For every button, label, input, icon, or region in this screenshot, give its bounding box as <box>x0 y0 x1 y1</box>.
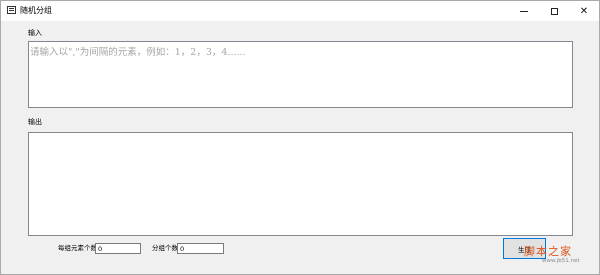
per-group-count-label: 每组元素个数 <box>58 244 97 252</box>
close-icon: ✕ <box>579 5 589 17</box>
app-window-icon <box>7 6 16 14</box>
per-group-count-input[interactable] <box>95 243 141 254</box>
group-count-label: 分组个数 <box>152 244 178 252</box>
minimize-button[interactable] <box>509 1 539 21</box>
watermark-title: 脚本之家 <box>524 245 572 258</box>
maximize-icon <box>550 7 558 15</box>
output-label: 输出 <box>28 118 42 126</box>
app-window: 随机分组 ✕ 输入 输出 每组元素个数 分组个数 生成 脚本之家 www.jb5… <box>0 0 600 275</box>
watermark-url: www.jb51.net <box>542 258 580 264</box>
input-textarea[interactable] <box>28 41 573 108</box>
output-textarea[interactable] <box>28 132 573 236</box>
maximize-button[interactable] <box>539 1 569 21</box>
close-button[interactable]: ✕ <box>569 1 599 21</box>
title-bar[interactable]: 随机分组 ✕ <box>1 1 599 21</box>
group-count-input[interactable] <box>177 243 224 254</box>
window-title: 随机分组 <box>20 6 52 15</box>
watermark-logo: 脚本之家 www.jb51.net <box>524 245 594 271</box>
minimize-icon <box>520 10 528 12</box>
input-label: 输入 <box>28 29 42 37</box>
